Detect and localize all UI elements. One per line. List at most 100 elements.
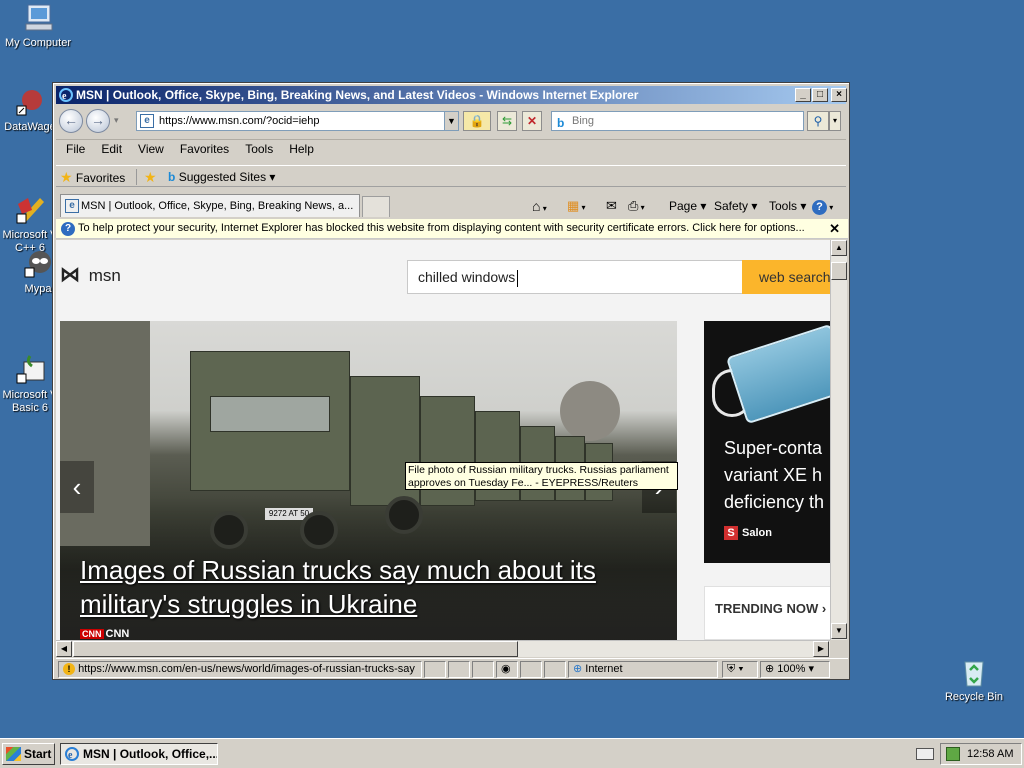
- maximize-button[interactable]: □: [812, 88, 828, 102]
- desktop-icon-label: My Computer: [4, 37, 72, 49]
- tab-msn[interactable]: e MSN | Outlook, Office, Skype, Bing, Br…: [60, 194, 360, 217]
- start-label: Start: [24, 747, 52, 761]
- keyboard-icon[interactable]: [916, 748, 934, 760]
- svg-text:e: e: [62, 91, 67, 102]
- refresh-button[interactable]: ⇆: [497, 111, 517, 131]
- horizontal-scrollbar[interactable]: ◀ ▶: [56, 640, 830, 657]
- status-panel: [472, 661, 494, 678]
- forward-arrow-icon: →: [91, 112, 105, 128]
- address-input[interactable]: e https://www.msn.com/?ocid=iehp ▼: [136, 111, 459, 131]
- datawage-icon: [14, 86, 46, 118]
- tools-menu-button[interactable]: Tools ▾: [769, 197, 806, 215]
- ie-icon: e: [59, 88, 73, 104]
- horizontal-scroll-thumb[interactable]: [73, 641, 518, 657]
- cnn-logo-icon: CNN: [80, 629, 104, 639]
- favorites-button[interactable]: ★ Favorites: [60, 168, 125, 186]
- bing-icon: b: [168, 170, 176, 184]
- minimize-button[interactable]: _: [795, 88, 811, 102]
- print-button[interactable]: ⎙ ▾: [628, 197, 645, 215]
- address-dropdown-icon[interactable]: ▼: [444, 112, 458, 130]
- zone-panel[interactable]: ⊕ Internet: [568, 661, 718, 678]
- menu-tools[interactable]: Tools: [239, 140, 279, 159]
- web-search-button[interactable]: web search: [742, 260, 830, 294]
- search-button[interactable]: ⚲: [807, 111, 829, 131]
- privacy-panel[interactable]: ◉: [496, 661, 518, 678]
- new-tab-button[interactable]: [362, 196, 390, 217]
- msn-logo[interactable]: ⋈ msn: [60, 262, 121, 287]
- start-button[interactable]: Start: [2, 743, 55, 765]
- desktop-icon-recycle-bin[interactable]: Recycle Bin: [934, 656, 1014, 704]
- mail-icon: ✉: [606, 198, 617, 213]
- windows-logo-icon: [6, 747, 21, 761]
- tab-bar: e MSN | Outlook, Office, Skype, Bing, Br…: [56, 191, 846, 217]
- security-information-bar[interactable]: ? To help protect your security, Interne…: [56, 219, 848, 239]
- menu-edit[interactable]: Edit: [95, 140, 128, 159]
- lock-button[interactable]: 🔒: [463, 111, 491, 131]
- computer-icon: [22, 2, 54, 34]
- status-panel: [424, 661, 446, 678]
- scroll-left-button[interactable]: ◀: [56, 641, 72, 657]
- visual-cpp-icon: [14, 182, 46, 224]
- infobar-close-icon[interactable]: ✕: [829, 219, 840, 238]
- lock-icon: 🔒: [469, 114, 485, 128]
- menu-favorites[interactable]: Favorites: [174, 140, 235, 159]
- page-menu-button[interactable]: Page ▾: [669, 197, 706, 215]
- search-input[interactable]: b Bing: [551, 111, 804, 131]
- suggested-sites-button[interactable]: b Suggested Sites ▾: [168, 168, 275, 186]
- close-button[interactable]: ×: [831, 88, 847, 102]
- bing-icon: b: [557, 116, 565, 130]
- zone-label: Internet: [585, 663, 623, 675]
- scroll-thumb[interactable]: [831, 262, 847, 280]
- status-url-panel: ! https://www.msn.com/en-us/news/world/i…: [58, 661, 422, 678]
- wheel-shape: [300, 511, 338, 549]
- address-url: https://www.msn.com/?ocid=iehp: [159, 115, 320, 127]
- taskbar-ie-label: MSN | Outlook, Office,...: [83, 747, 218, 761]
- help-button[interactable]: ? ▾: [812, 197, 833, 215]
- msn-search-input[interactable]: chilled windows: [407, 260, 743, 294]
- network-icon[interactable]: [946, 747, 960, 761]
- wheel-shape: [385, 496, 423, 534]
- trending-now-section[interactable]: TRENDING NOW ›: [704, 586, 830, 640]
- forward-button[interactable]: →: [86, 109, 110, 133]
- back-arrow-icon: ←: [64, 112, 78, 128]
- text-caret: [517, 269, 519, 287]
- taskbar-ie-button[interactable]: e MSN | Outlook, Office,...: [60, 743, 218, 765]
- menu-file[interactable]: File: [60, 140, 91, 159]
- protected-mode-button[interactable]: ⛨ ▾: [722, 661, 758, 678]
- window-titlebar[interactable]: e MSN | Outlook, Office, Skype, Bing, Br…: [56, 86, 846, 104]
- desktop-icon-my-computer[interactable]: My Computer: [0, 2, 78, 50]
- page-icon: e: [65, 199, 79, 213]
- window-title: MSN | Outlook, Office, Skype, Bing, Brea…: [76, 88, 639, 102]
- hero-headline[interactable]: Images of Russian trucks say much about …: [80, 553, 640, 621]
- home-button[interactable]: ⌂ ▾: [532, 197, 547, 215]
- stop-button[interactable]: ✕: [522, 111, 542, 131]
- refresh-icon: ⇆: [501, 114, 513, 128]
- back-button[interactable]: ←: [59, 109, 83, 133]
- infobar-text: To help protect your security, Internet …: [78, 222, 805, 234]
- search-options-icon[interactable]: ▾: [829, 111, 841, 131]
- feeds-button[interactable]: ▦ ▾: [567, 197, 586, 215]
- add-favorite-button[interactable]: ★: [144, 168, 157, 186]
- scroll-up-button[interactable]: ▲: [831, 240, 847, 256]
- raccoon-icon: [22, 248, 54, 280]
- status-bar: ! https://www.msn.com/en-us/news/world/i…: [56, 658, 848, 678]
- stop-icon: ✕: [526, 114, 538, 128]
- scroll-down-button[interactable]: ▼: [831, 623, 847, 639]
- vertical-scrollbar[interactable]: ▲ ▼: [830, 240, 847, 640]
- safety-menu-button[interactable]: Safety ▾: [714, 197, 757, 215]
- history-dropdown-icon[interactable]: ▾: [114, 115, 119, 126]
- suggested-sites-label: Suggested Sites ▾: [178, 170, 276, 184]
- visual-basic-icon: [14, 342, 46, 384]
- svg-text:e: e: [68, 750, 73, 761]
- zoom-button[interactable]: ⊕ 100% ▾: [760, 661, 830, 678]
- scroll-right-button[interactable]: ▶: [813, 641, 829, 657]
- carousel-prev-button[interactable]: ‹: [60, 461, 94, 513]
- tab-label: MSN | Outlook, Office, Skype, Bing, Brea…: [81, 200, 354, 212]
- menu-help[interactable]: Help: [283, 140, 320, 159]
- favorites-label: Favorites: [75, 171, 126, 185]
- menu-view[interactable]: View: [132, 140, 170, 159]
- status-panel: [544, 661, 566, 678]
- read-mail-button[interactable]: ✉: [606, 197, 617, 215]
- side-news-card[interactable]: Super-conta variant XE h deficiency th S…: [704, 321, 830, 563]
- clock[interactable]: 12:58 AM: [967, 748, 1013, 760]
